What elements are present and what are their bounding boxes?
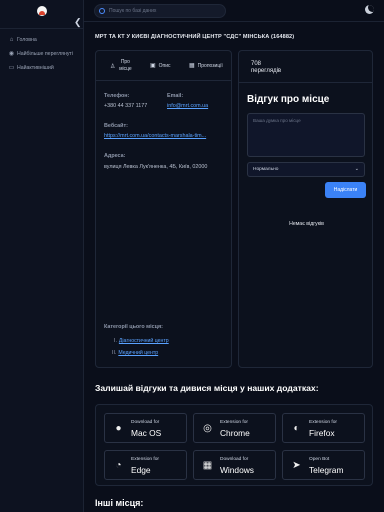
app-line1: Download for bbox=[131, 420, 160, 425]
sidebar-item-label: Найактивніший bbox=[17, 64, 54, 71]
grid-icon: ▦ bbox=[189, 63, 195, 69]
edge-icon: ◔ bbox=[115, 460, 122, 471]
chrome-icon: ◎ bbox=[203, 423, 212, 434]
app-line2: Mac OS bbox=[131, 428, 162, 438]
app-button-windows[interactable]: ▦ Download for Windows bbox=[193, 450, 276, 480]
category-link[interactable]: Медичний центр bbox=[118, 350, 158, 356]
app-button-telegram[interactable]: ➤ Open Bot Telegram bbox=[282, 450, 365, 480]
sidebar-item-label: Головна bbox=[17, 36, 37, 43]
views-count: 708 bbox=[251, 61, 262, 67]
phone-value[interactable]: +380 44 337 1177 bbox=[104, 103, 147, 109]
phone-label: Телефон: bbox=[104, 93, 130, 99]
review-placeholder: Ваша думка про місце bbox=[253, 118, 301, 123]
tab-about[interactable]: ♙ Про місце bbox=[110, 59, 132, 73]
app-line1: Download for bbox=[220, 457, 249, 462]
tabs: ♙ Про місце ▣ Опис ▦ Пропозиції bbox=[96, 51, 231, 81]
app-line2: Chrome bbox=[220, 428, 250, 438]
app-line2: Firefox bbox=[309, 428, 335, 438]
apple-icon: ● bbox=[115, 423, 122, 434]
app-button-firefox[interactable]: ◐ Extension for Firefox bbox=[282, 413, 365, 443]
firefox-icon: ◐ bbox=[293, 423, 300, 434]
theme-toggle-moon-icon[interactable] bbox=[365, 5, 374, 14]
email-link[interactable]: info@mrt.com.ua bbox=[167, 103, 208, 109]
app-line1: Open Bot bbox=[309, 457, 330, 462]
collapse-sidebar-icon[interactable]: ❮ bbox=[74, 17, 82, 28]
submit-review-button[interactable]: Надіслати bbox=[325, 182, 366, 198]
divider bbox=[239, 82, 372, 83]
app-line2: Windows bbox=[220, 465, 254, 475]
topbar: Пошук по базі даних bbox=[84, 0, 384, 22]
address-value: вулиця Левка Лук'яненка, 4Б, Київ, 02000 bbox=[104, 164, 208, 170]
other-places-title: Інші місця: bbox=[95, 498, 144, 508]
app-line1: Extension for bbox=[309, 420, 337, 425]
sidebar-nav: ⌂ Головна ◉ Найбільше переглянуті ▭ Найа… bbox=[8, 33, 73, 75]
address-label: Адреса: bbox=[104, 153, 126, 159]
eye-icon: ◉ bbox=[8, 51, 15, 57]
tab-label: Пропозиції bbox=[197, 62, 223, 69]
email-label: Email: bbox=[167, 93, 184, 99]
app-line1: Extension for bbox=[220, 420, 248, 425]
windows-icon: ▦ bbox=[202, 460, 213, 471]
no-reviews-text: Немає відгуків bbox=[289, 221, 324, 227]
divider bbox=[0, 28, 84, 29]
website-label: Вебсайт: bbox=[104, 123, 128, 129]
page-title: МРТ ТА КТ У КИЄВІ ДІАГНОСТИЧНИЙ ЦЕНТР "С… bbox=[95, 34, 295, 40]
telegram-icon: ➤ bbox=[292, 460, 301, 471]
category-link[interactable]: Діагностичний центр bbox=[119, 338, 169, 344]
tab-label: Про місце bbox=[119, 59, 132, 72]
sidebar: ❮ ⌂ Головна ◉ Найбільше переглянуті ▭ На… bbox=[0, 0, 84, 512]
apps-title: Залишай відгуки та дивися місця у наших … bbox=[95, 383, 319, 393]
search-input[interactable]: Пошук по базі даних bbox=[94, 4, 226, 18]
rating-select[interactable]: Нормально ⌄ bbox=[247, 162, 365, 177]
chat-icon: ▭ bbox=[8, 65, 15, 71]
place-info-card: ♙ Про місце ▣ Опис ▦ Пропозиції Телефон:… bbox=[95, 50, 232, 368]
app-button-macos[interactable]: ● Download for Mac OS bbox=[104, 413, 187, 443]
sidebar-item-home[interactable]: ⌂ Головна bbox=[8, 33, 73, 46]
logo[interactable] bbox=[37, 6, 47, 16]
info-icon: ♙ bbox=[110, 63, 116, 70]
doc-icon: ▣ bbox=[150, 63, 156, 69]
chevron-down-icon: ⌄ bbox=[354, 166, 359, 172]
category-item[interactable]: I. Діагностичний центр bbox=[114, 338, 169, 344]
home-icon: ⌂ bbox=[9, 36, 14, 43]
category-item[interactable]: II. Медичний центр bbox=[112, 350, 158, 356]
sidebar-item-most-viewed[interactable]: ◉ Найбільше переглянуті bbox=[8, 47, 73, 60]
website-link[interactable]: https://mrt.com.ua/contacts-marshala-tim… bbox=[104, 133, 226, 139]
categories-title: Категорії цього місця: bbox=[104, 324, 163, 330]
views-label: переглядів bbox=[251, 68, 282, 74]
app-line1: Extension for bbox=[131, 457, 159, 462]
tab-description[interactable]: ▣ Опис bbox=[150, 62, 171, 70]
app-line2: Edge bbox=[131, 465, 151, 475]
review-title: Відгук про місце bbox=[247, 94, 330, 105]
tab-offers[interactable]: ▦ Пропозиції bbox=[189, 62, 223, 70]
views-counter: 708 переглядів bbox=[251, 61, 281, 75]
rating-value: Нормально bbox=[253, 167, 279, 172]
review-card: 708 переглядів Відгук про місце Ваша дум… bbox=[238, 50, 373, 368]
tab-label: Опис bbox=[158, 62, 171, 69]
search-placeholder: Пошук по базі даних bbox=[109, 8, 157, 14]
category-number: I. bbox=[114, 338, 117, 344]
review-textarea[interactable]: Ваша думка про місце bbox=[247, 113, 365, 157]
category-number: II. bbox=[112, 350, 117, 356]
sidebar-item-most-active[interactable]: ▭ Найактивніший bbox=[8, 61, 73, 74]
app-line2: Telegram bbox=[309, 465, 344, 475]
app-button-edge[interactable]: ◔ Extension for Edge bbox=[104, 450, 187, 480]
app-button-chrome[interactable]: ◎ Extension for Chrome bbox=[193, 413, 276, 443]
apps-card: ● Download for Mac OS ◎ Extension for Ch… bbox=[95, 404, 373, 486]
sidebar-item-label: Найбільше переглянуті bbox=[17, 50, 73, 57]
search-icon bbox=[99, 8, 105, 14]
